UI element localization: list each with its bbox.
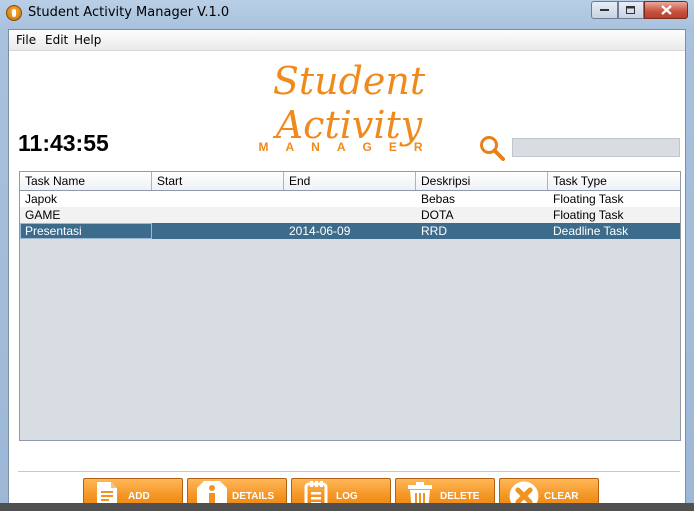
menu-edit[interactable]: Edit [45, 33, 68, 47]
cell-end [284, 191, 416, 207]
cell-end: 2014-06-09 [289, 224, 351, 238]
cell-task-name[interactable]: Presentasi [20, 223, 152, 239]
divider [18, 471, 680, 472]
table-row[interactable]: Japok Bebas Floating Task [20, 191, 680, 207]
column-header-deskripsi[interactable]: Deskripsi [416, 172, 548, 190]
delete-label: DELETE [440, 490, 480, 502]
log-label: LOG [336, 490, 358, 502]
cell-start [152, 191, 284, 207]
menu-file[interactable]: File [16, 33, 36, 47]
column-header-start[interactable]: Start [152, 172, 284, 190]
add-label: ADD [128, 490, 150, 502]
cell-deskripsi: DOTA [421, 208, 454, 222]
details-label: DETAILS [232, 490, 275, 502]
minimize-icon [599, 9, 609, 11]
cell-task-name: Japok [25, 192, 58, 206]
cell-deskripsi: Bebas [421, 192, 456, 206]
clock-display: 11:43:55 [18, 130, 109, 156]
menu-bar: File Edit Help [9, 30, 685, 51]
search-input[interactable] [512, 138, 680, 157]
minimize-button[interactable] [591, 1, 618, 19]
search-icon[interactable] [479, 135, 505, 161]
maximize-icon [626, 5, 635, 14]
cell-task-type: Deadline Task [553, 224, 629, 238]
column-header-task-name[interactable]: Task Name [20, 172, 152, 190]
app-icon [6, 5, 22, 21]
cell-task-name: GAME [25, 208, 61, 222]
app-window: Student Activity Manager V.1.0 File Edit… [0, 0, 694, 511]
task-table: Task Name Start End Deskripsi Task Type … [19, 171, 681, 441]
cell-start [152, 207, 284, 223]
table-header: Task Name Start End Deskripsi Task Type [20, 172, 680, 191]
cell-task-type: Floating Task [553, 192, 624, 206]
clear-label: CLEAR [544, 490, 579, 502]
menu-help[interactable]: Help [74, 33, 101, 47]
logo-title: Student Activity [272, 59, 426, 147]
maximize-button[interactable] [618, 1, 644, 19]
logo-subtitle: MANAGER [258, 140, 440, 154]
cell-start [152, 223, 284, 239]
app-logo: Student Activity MANAGER [199, 59, 499, 154]
client-area: File Edit Help Student Activity MANAGER … [8, 29, 686, 511]
table-row[interactable]: GAME DOTA Floating Task [20, 207, 680, 223]
title-bar[interactable]: Student Activity Manager V.1.0 [0, 0, 694, 28]
window-title: Student Activity Manager V.1.0 [28, 5, 230, 20]
main-panel: Student Activity MANAGER 11:43:55 Task N… [9, 51, 685, 511]
close-icon [660, 5, 672, 15]
column-header-end[interactable]: End [284, 172, 416, 190]
column-header-task-type[interactable]: Task Type [548, 172, 680, 190]
window-controls [591, 1, 688, 19]
taskbar-strip [0, 503, 694, 511]
cell-deskripsi: RRD [421, 224, 447, 238]
cell-task-type: Floating Task [553, 208, 624, 222]
close-button[interactable] [644, 1, 688, 19]
cell-end [284, 207, 416, 223]
table-row-selected[interactable]: Presentasi 2014-06-09 RRD Deadline Task [20, 223, 680, 239]
